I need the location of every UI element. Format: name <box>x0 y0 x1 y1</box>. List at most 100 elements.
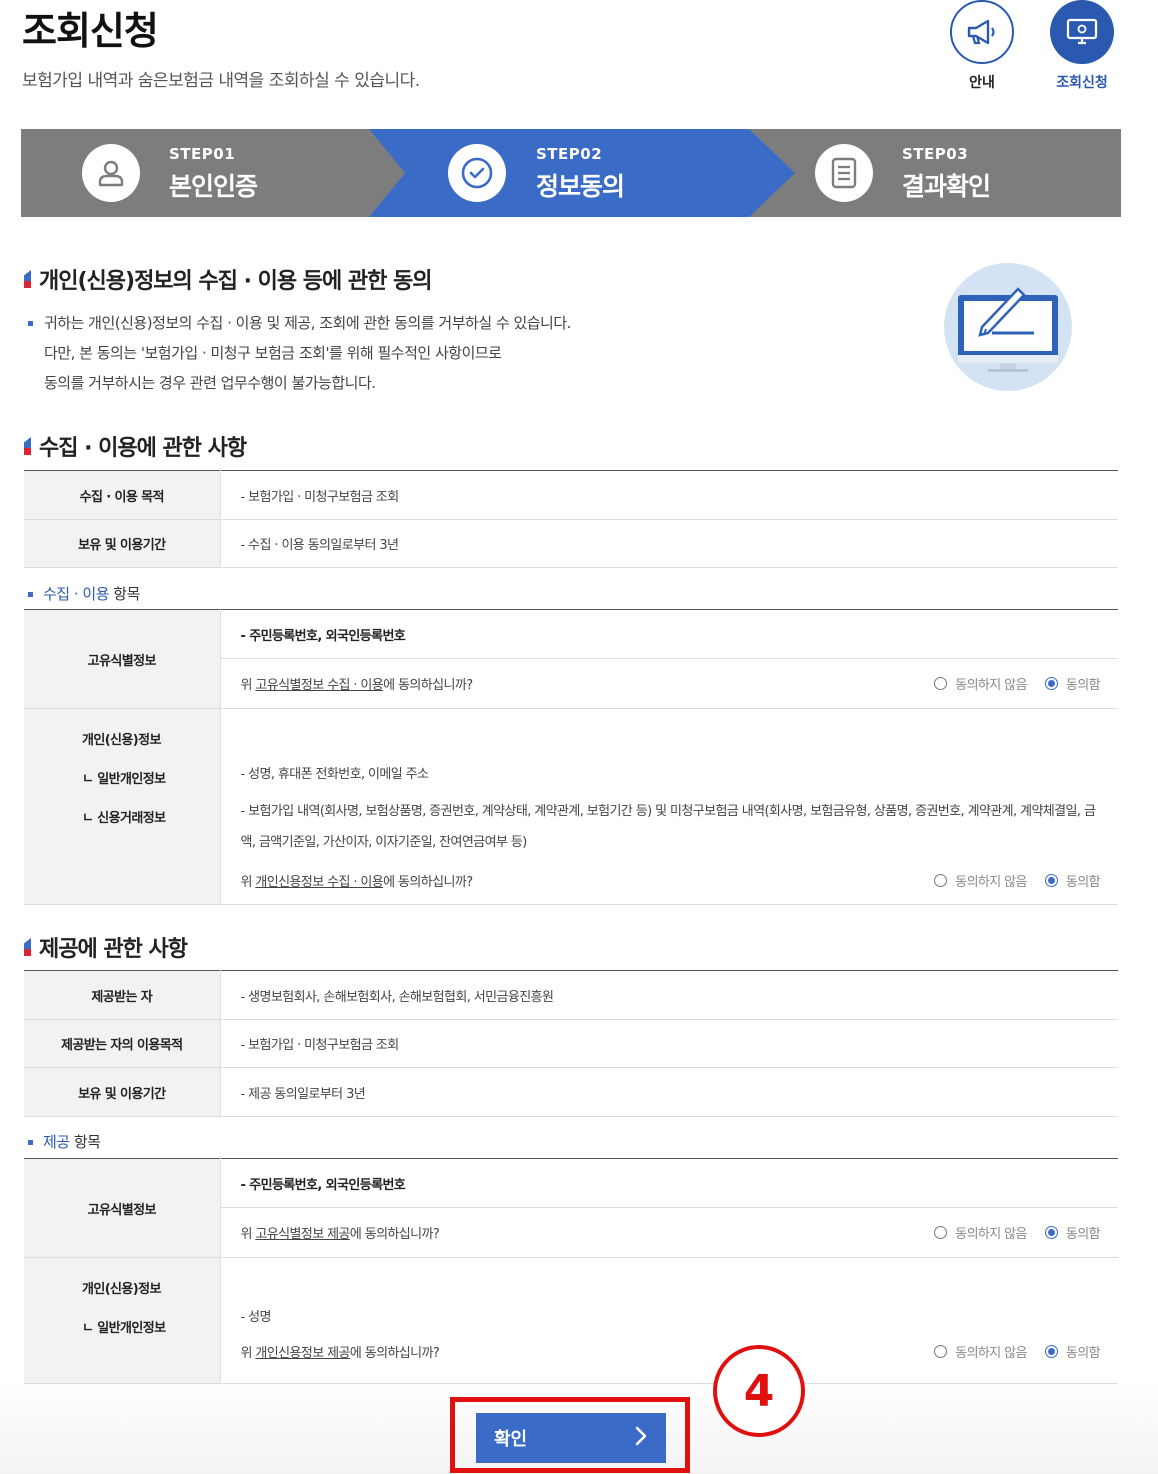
provide-period-value: - 제공 동의일로부터 3년 <box>220 1067 1118 1117</box>
collect-unique-disagree-radio[interactable] <box>934 677 948 690</box>
step-3-number: STEP03 <box>902 145 969 163</box>
consent-heading: 개인(신용)정보의 수집 · 이용 등에 관한 동의 <box>24 263 433 295</box>
table-row: 제공받는 자의 이용목적 - 보험가입 · 미청구보험금 조회 <box>24 1019 1118 1068</box>
disagree-label: 동의하지 않음 <box>955 1227 1027 1242</box>
question-prefix: 위 <box>240 874 256 890</box>
provide-unique-disagree-radio[interactable] <box>934 1226 948 1239</box>
provide-general-value: - 성명 <box>240 1310 272 1325</box>
page: 조회신청 보험가입 내역과 숨은보험금 내역을 조회하실 수 있습니다. 안내 … <box>0 0 1158 1474</box>
provide-recipient-value: - 생명보험회사, 손해보험회사, 손해보험협회, 서민금융진흥원 <box>220 970 1118 1020</box>
collect-personal-agree-radio[interactable] <box>1044 873 1058 887</box>
provide-unique-label: 고유식별정보 <box>24 1158 221 1258</box>
provide-purpose-value: - 보험가입 · 미청구보험금 조회 <box>220 1019 1118 1068</box>
step-2-name: 정보동의 <box>536 172 625 201</box>
provide-personal-link[interactable]: 개인신용정보 제공 <box>255 1346 350 1361</box>
guide-label: 안내 <box>969 75 995 91</box>
collect-items-heading-rest: 항목 <box>109 585 140 603</box>
guide-button[interactable]: 안내 <box>942 0 1022 92</box>
disagree-label: 동의하지 않음 <box>955 874 1027 890</box>
collect-items-heading-blue: 수집 · 이용 <box>43 585 110 603</box>
collect-unique-link[interactable]: 고유식별정보 수집 · 이용 <box>255 678 383 693</box>
question-prefix: 위 <box>240 1345 256 1361</box>
provide-items-heading: 제공 항목 <box>28 1131 101 1152</box>
provide-items-heading-blue: 제공 <box>43 1133 70 1151</box>
megaphone-icon <box>950 0 1014 64</box>
agree-label: 동의함 <box>1065 678 1101 693</box>
bullet-icon <box>28 321 33 326</box>
agree-label: 동의함 <box>1065 1345 1101 1361</box>
confirm-label: 확인 <box>494 1429 528 1450</box>
agree-label: 동의함 <box>1065 874 1101 890</box>
page-title: 조회신청 <box>22 9 159 53</box>
collect-items-table: 고유식별정보 - 주민등록번호, 외국인등록번호 위 고유식별정보 수집 · 이… <box>24 609 1118 905</box>
provide-purpose-label: 제공받는 자의 이용목적 <box>24 1019 221 1068</box>
bullet-icon <box>28 592 33 597</box>
provide-personal-question-row: 위 개인신용정보 제공에 동의하십니까? 동의하지 않음 동의함 <box>221 1328 1119 1374</box>
notice-line-2: 다만, 본 동의는 '보험가입 · 미청구 보험금 조회'를 위해 필수적인 사… <box>44 344 502 362</box>
monitor-gear-icon <box>1050 0 1114 64</box>
collect-personal-radio-group: 동의하지 않음 동의함 <box>934 871 1101 890</box>
table-row: 개인(신용)정보 ㄴ 일반개인정보 - 성명 위 개인신용정보 제공에 동의하십… <box>24 1257 1119 1384</box>
provide-personal-agree-radio[interactable] <box>1044 1344 1058 1358</box>
question-suffix: 에 동의하십니까? <box>349 1345 440 1361</box>
document-icon <box>815 144 873 202</box>
step-2-number: STEP02 <box>536 145 603 163</box>
provide-items-table: 고유식별정보 - 주민등록번호, 외국인등록번호 위 고유식별정보 제공에 동의… <box>24 1158 1118 1384</box>
collect-credit-value-2: 액, 금액기준일, 가산이자, 이자기준일, 잔여연금여부 등) <box>240 835 528 850</box>
heading-marker-icon <box>24 938 31 956</box>
provide-unique-agree-radio[interactable] <box>1044 1226 1058 1239</box>
heading-marker-icon <box>24 270 31 288</box>
table-row: 고유식별정보 - 주민등록번호, 외국인등록번호 위 고유식별정보 제공에 동의… <box>24 1158 1119 1258</box>
collect-unique-radio-group: 동의하지 않음 동의함 <box>934 674 1101 693</box>
collect-period-label: 보유 및 이용기간 <box>24 519 221 568</box>
collect-credit-label: ㄴ 신용거래정보 <box>82 811 166 826</box>
collect-general-label: ㄴ 일반개인정보 <box>82 772 166 787</box>
consent-title: 개인(신용)정보의 수집 · 이용 등에 관한 동의 <box>39 269 433 294</box>
table-row: 고유식별정보 - 주민등록번호, 외국인등록번호 위 고유식별정보 수집 · 이… <box>24 609 1119 709</box>
check-circle-icon <box>448 144 506 202</box>
collect-unique-label: 고유식별정보 <box>24 609 221 709</box>
collect-heading: 수집 · 이용에 관한 사항 <box>24 430 247 462</box>
provide-personal-disagree-radio[interactable] <box>934 1344 948 1358</box>
table-row: 수집 · 이용 목적 - 보험가입 · 미청구보험금 조회 <box>24 470 1118 520</box>
confirm-button[interactable]: 확인 <box>476 1413 666 1463</box>
step-indicator: STEP01 본인인증 STEP02 정보동의 STEP03 결과확인 <box>21 129 1121 217</box>
collect-personal-link[interactable]: 개인신용정보 수집 · 이용 <box>255 875 383 890</box>
collect-purpose-value: - 보험가입 · 미청구보험금 조회 <box>220 470 1118 520</box>
collect-personal-label: 개인(신용)정보 <box>82 733 161 748</box>
disagree-label: 동의하지 않음 <box>955 1345 1027 1361</box>
step-3-name: 결과확인 <box>902 172 991 201</box>
provide-unique-link[interactable]: 고유식별정보 제공 <box>255 1227 350 1242</box>
heading-marker-icon <box>24 437 31 455</box>
table-row: 보유 및 이용기간 - 제공 동의일로부터 3년 <box>24 1067 1118 1117</box>
notice-line-3: 동의를 거부하시는 경우 관련 업무수행이 불가능합니다. <box>44 374 376 392</box>
table-row: 개인(신용)정보 ㄴ 일반개인정보 ㄴ 신용거래정보 - 성명, 휴대폰 전화번… <box>24 708 1119 905</box>
collect-title: 수집 · 이용에 관한 사항 <box>39 436 247 461</box>
provide-heading: 제공에 관한 사항 <box>24 931 188 963</box>
step-1-name: 본인인증 <box>169 172 258 201</box>
bullet-icon <box>28 1140 33 1145</box>
agree-label: 동의함 <box>1065 1227 1101 1242</box>
provide-unique-question-row: 위 고유식별정보 제공에 동의하십니까? 동의하지 않음 동의함 <box>221 1208 1119 1257</box>
step-1-number: STEP01 <box>169 145 236 163</box>
collect-general-value: - 성명, 휴대폰 전화번호, 이메일 주소 <box>240 767 429 782</box>
provide-personal-label: 개인(신용)정보 <box>82 1282 161 1297</box>
collect-period-value: - 수집 · 이용 동의일로부터 3년 <box>220 519 1118 568</box>
user-icon <box>82 144 140 202</box>
annotation-number-badge: 4 <box>713 1345 805 1437</box>
provide-title: 제공에 관한 사항 <box>39 937 188 962</box>
provide-personal-radio-group: 동의하지 않음 동의함 <box>934 1342 1101 1361</box>
collect-personal-question-row: 위 개인신용정보 수집 · 이용에 동의하십니까? 동의하지 않음 동의함 <box>221 858 1119 902</box>
chevron-right-icon <box>634 1426 648 1451</box>
question-suffix: 에 동의하십니까? <box>383 678 473 693</box>
collect-unique-agree-radio[interactable] <box>1044 677 1058 690</box>
disagree-label: 동의하지 않음 <box>955 678 1027 693</box>
apply-button[interactable]: 조회신청 <box>1042 0 1122 92</box>
provide-recipient-label: 제공받는 자 <box>24 970 221 1020</box>
provide-unique-radio-group: 동의하지 않음 동의함 <box>934 1223 1101 1242</box>
collect-personal-disagree-radio[interactable] <box>934 873 948 887</box>
collect-unique-question-row: 위 고유식별정보 수집 · 이용에 동의하십니까? 동의하지 않음 동의함 <box>221 659 1119 708</box>
collect-credit-value-1: - 보험가입 내역(회사명, 보험상품명, 증권번호, 계약상태, 계약관계, … <box>240 804 1096 819</box>
table-row: 보유 및 이용기간 - 수집 · 이용 동의일로부터 3년 <box>24 519 1118 568</box>
monitor-illustration-icon <box>944 263 1072 391</box>
